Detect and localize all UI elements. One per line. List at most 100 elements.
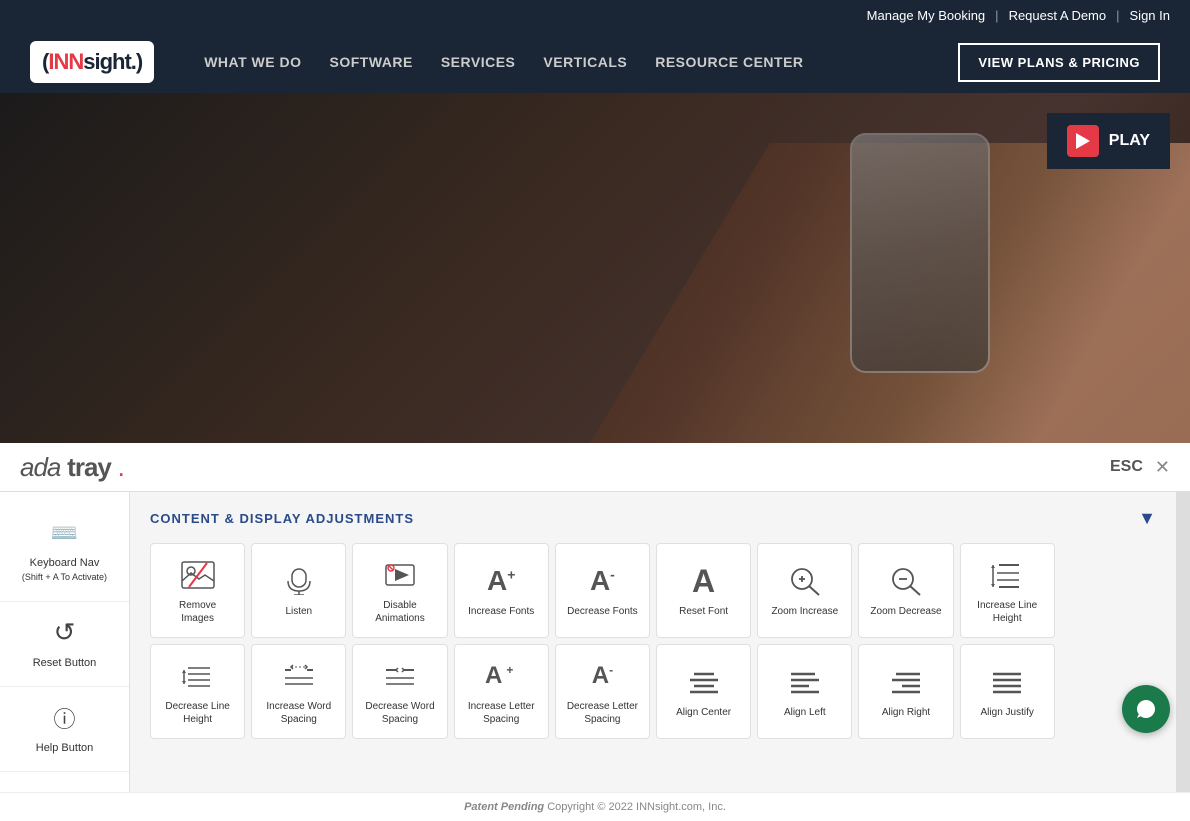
- decrease-line-height-button[interactable]: Decrease Line Height: [150, 644, 245, 739]
- nav-software[interactable]: SOFTWARE: [330, 54, 413, 70]
- nav-resource-center[interactable]: RESOURCE CENTER: [655, 54, 803, 70]
- sidebar-item-help[interactable]: ⓘ Help Button: [0, 687, 129, 772]
- zoom-increase-button[interactable]: Zoom Increase: [757, 543, 852, 638]
- play-label: PLAY: [1109, 132, 1150, 150]
- hero-section: PLAY: [0, 93, 1190, 443]
- decrease-letter-spacing-icon: A-: [592, 658, 613, 694]
- decrease-word-spacing-button[interactable]: Decrease Word Spacing: [352, 644, 447, 739]
- logo-inn: INN: [48, 49, 83, 74]
- reset-icon: ↺: [45, 618, 85, 648]
- increase-letter-spacing-label: Increase Letter Spacing: [459, 700, 544, 726]
- footer-copyright: Copyright © 2022 INNsight.com, Inc.: [547, 801, 726, 813]
- align-center-button[interactable]: Align Center: [656, 644, 751, 739]
- disable-animations-button[interactable]: DisableAnimations: [352, 543, 447, 638]
- increase-letter-spacing-button[interactable]: A+ Increase Letter Spacing: [454, 644, 549, 739]
- decrease-fonts-label: Decrease Fonts: [567, 605, 638, 618]
- play-button[interactable]: PLAY: [1047, 113, 1170, 169]
- navigation: (INNsight.) WHAT WE DO SOFTWARE SERVICES…: [0, 31, 1190, 93]
- nav-verticals[interactable]: VERTICALS: [543, 54, 627, 70]
- align-right-button[interactable]: Align Right: [858, 644, 953, 739]
- esc-label: ESC: [1110, 458, 1143, 476]
- remove-images-button[interactable]: RemoveImages: [150, 543, 245, 638]
- decrease-fonts-icon: A-: [590, 563, 615, 599]
- ada-logo: ada tray .: [20, 451, 124, 483]
- request-demo-link[interactable]: Request A Demo: [1009, 8, 1107, 23]
- close-icon[interactable]: ✕: [1155, 457, 1170, 478]
- increase-fonts-label: Increase Fonts: [468, 605, 534, 618]
- align-left-label: Align Left: [784, 706, 826, 719]
- align-left-button[interactable]: Align Left: [757, 644, 852, 739]
- ada-sidebar: ⌨️ Keyboard Nav(Shift + A To Activate) ↺…: [0, 492, 130, 792]
- increase-line-height-icon: [991, 557, 1023, 593]
- hero-phone-image: [850, 133, 990, 373]
- listen-label: Listen: [285, 605, 312, 618]
- align-justify-icon: [991, 664, 1023, 700]
- listen-icon: [284, 563, 314, 599]
- ada-tray-bar: ada tray . ESC ✕: [0, 443, 1190, 492]
- increase-fonts-button[interactable]: A+ Increase Fonts: [454, 543, 549, 638]
- keyboard-label: Keyboard Nav(Shift + A To Activate): [22, 556, 107, 585]
- decrease-letter-spacing-label: Decrease Letter Spacing: [560, 700, 645, 726]
- nav-services[interactable]: SERVICES: [441, 54, 516, 70]
- remove-images-label: RemoveImages: [179, 599, 216, 625]
- divider-1: |: [995, 8, 998, 23]
- nav-what-we-do[interactable]: WHAT WE DO: [204, 54, 301, 70]
- ada-controls: ESC ✕: [1110, 457, 1170, 478]
- help-icon: ⓘ: [45, 703, 85, 733]
- increase-line-height-label: Increase Line Height: [965, 599, 1050, 625]
- divider-2: |: [1116, 8, 1119, 23]
- align-justify-label: Align Justify: [981, 706, 1034, 719]
- increase-word-spacing-label: Increase Word Spacing: [256, 700, 341, 726]
- chat-bubble[interactable]: [1122, 685, 1170, 733]
- disable-animations-label: DisableAnimations: [375, 599, 424, 625]
- increase-fonts-icon: A+: [487, 563, 515, 599]
- zoom-decrease-label: Zoom Decrease: [870, 605, 941, 618]
- align-right-icon: [890, 664, 922, 700]
- listen-button[interactable]: Listen: [251, 543, 346, 638]
- decrease-line-height-icon: [182, 658, 214, 694]
- increase-letter-spacing-icon: A+: [485, 658, 517, 694]
- reset-font-icon: A: [692, 563, 715, 599]
- decrease-line-height-label: Decrease Line Height: [155, 700, 240, 726]
- section-header: CONTENT & DISPLAY ADJUSTMENTS ▼: [150, 508, 1156, 529]
- footer: Patent Pending Copyright © 2022 INNsight…: [0, 792, 1190, 821]
- align-center-label: Align Center: [676, 706, 731, 719]
- decrease-fonts-button[interactable]: A- Decrease Fonts: [555, 543, 650, 638]
- manage-booking-link[interactable]: Manage My Booking: [867, 8, 986, 23]
- increase-word-spacing-icon: [283, 658, 315, 694]
- logo: (INNsight.): [30, 41, 154, 83]
- collapse-button[interactable]: ▼: [1138, 508, 1156, 529]
- sidebar-item-reset[interactable]: ↺ Reset Button: [0, 602, 129, 687]
- reset-font-label: Reset Font: [679, 605, 728, 618]
- decrease-word-spacing-icon: [384, 658, 416, 694]
- align-left-icon: [789, 664, 821, 700]
- reset-font-button[interactable]: A Reset Font: [656, 543, 751, 638]
- play-icon: [1067, 125, 1099, 157]
- esc-button[interactable]: ESC: [1110, 458, 1143, 476]
- decrease-letter-spacing-button[interactable]: A- Decrease Letter Spacing: [555, 644, 650, 739]
- sign-in-link[interactable]: Sign In: [1130, 8, 1170, 23]
- ada-panel: ⌨️ Keyboard Nav(Shift + A To Activate) ↺…: [0, 492, 1190, 792]
- zoom-decrease-button[interactable]: Zoom Decrease: [858, 543, 953, 638]
- section-title: CONTENT & DISPLAY ADJUSTMENTS: [150, 511, 414, 526]
- view-plans-button[interactable]: VIEW PLANS & PRICING: [958, 43, 1160, 82]
- logo-box: (INNsight.): [30, 41, 154, 83]
- footer-patent: Patent Pending: [464, 801, 544, 813]
- zoom-increase-icon: [789, 563, 821, 599]
- increase-line-height-button[interactable]: Increase Line Height: [960, 543, 1055, 638]
- align-justify-button[interactable]: Align Justify: [960, 644, 1055, 739]
- help-label: Help Button: [36, 741, 93, 755]
- reset-label: Reset Button: [33, 656, 97, 670]
- sidebar-item-keyboard-nav[interactable]: ⌨️ Keyboard Nav(Shift + A To Activate): [0, 502, 129, 602]
- remove-images-icon: [181, 557, 215, 593]
- buttons-row-1: RemoveImages Listen: [150, 543, 1156, 638]
- keyboard-icon: ⌨️: [45, 518, 85, 548]
- increase-word-spacing-button[interactable]: Increase Word Spacing: [251, 644, 346, 739]
- buttons-row-2: Decrease Line Height Increase Word Spaci…: [150, 644, 1156, 739]
- ada-main-content: CONTENT & DISPLAY ADJUSTMENTS ▼ RemoveIm…: [130, 492, 1176, 792]
- zoom-decrease-icon: [890, 563, 922, 599]
- disable-animations-icon: [384, 557, 416, 593]
- decrease-word-spacing-label: Decrease Word Spacing: [357, 700, 442, 726]
- zoom-increase-label: Zoom Increase: [771, 605, 838, 618]
- scrollbar[interactable]: [1176, 492, 1190, 792]
